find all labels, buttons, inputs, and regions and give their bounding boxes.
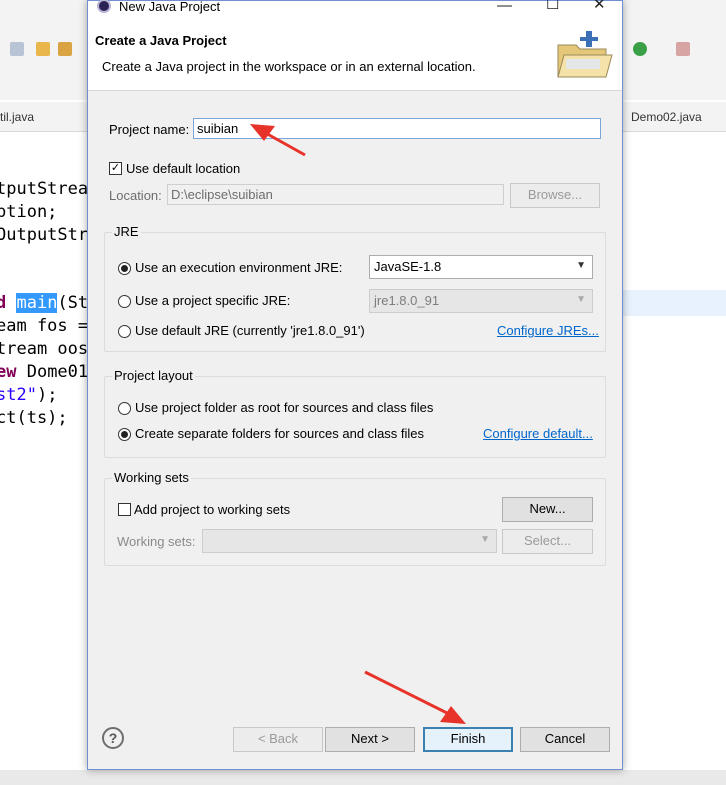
editor-tab[interactable]: til.java (0, 110, 34, 124)
jre-specific-select[interactable]: jre1.8.0_91 ▼ (369, 289, 593, 313)
project-name-label: Project name: (109, 122, 190, 137)
wizard-header: Create a Java Project Create a Java proj… (88, 16, 622, 91)
code-editor[interactable]: tputStrea ption; OutputStr d main(St eam… (0, 140, 100, 780)
code-keyword: d (0, 293, 7, 313)
code-line: ew Dome01 (0, 361, 88, 384)
new-java-project-dialog: New Java Project — ☐ ✕ Create a Java Pro… (87, 0, 623, 770)
code-line: ct(ts); (0, 408, 68, 428)
browse-button[interactable]: Browse... (510, 183, 600, 208)
toolbar-stop-icon[interactable] (676, 42, 690, 56)
code-selection: main (16, 293, 58, 313)
chevron-down-icon: ▼ (480, 534, 490, 545)
new-working-set-button[interactable]: New... (502, 497, 593, 522)
working-sets-group-title: Working sets (112, 470, 191, 485)
jre-env-select[interactable]: JavaSE-1.8 ▼ (369, 255, 593, 279)
jre-specific-radio[interactable] (118, 295, 131, 308)
editor-right-area (622, 140, 726, 780)
editor-tab[interactable]: Demo02.java (631, 110, 702, 124)
jre-specific-label: Use a project specific JRE: (135, 293, 291, 308)
project-name-input[interactable]: suibian (193, 118, 601, 139)
add-to-working-sets-checkbox[interactable] (118, 503, 131, 516)
minimize-icon[interactable]: — (497, 0, 512, 14)
status-bar (0, 770, 726, 785)
cancel-button[interactable]: Cancel (520, 727, 610, 752)
layout-separate-radio[interactable] (118, 428, 131, 441)
location-input[interactable]: D:\eclipse\suibian (167, 184, 504, 205)
jre-default-radio[interactable] (118, 325, 131, 338)
code-line: eam fos = (0, 316, 89, 336)
select-working-sets-button[interactable]: Select... (502, 529, 593, 554)
jre-group-title: JRE (112, 224, 141, 239)
use-default-location-label: Use default location (126, 161, 241, 176)
next-button[interactable]: Next > (325, 727, 415, 752)
maximize-icon[interactable]: ☐ (546, 0, 559, 13)
toolbar-folder-icon[interactable] (58, 42, 72, 56)
project-layout-group (104, 376, 606, 458)
jre-default-label: Use default JRE (currently 'jre1.8.0_91'… (135, 323, 365, 338)
toolbar-save-icon[interactable] (10, 42, 24, 56)
jre-env-label: Use an execution environment JRE: (135, 260, 343, 275)
location-label: Location: (109, 188, 162, 203)
working-sets-label: Working sets: (117, 534, 196, 549)
wizard-title: Create a Java Project (95, 33, 227, 48)
code-line: ption; (0, 202, 58, 222)
project-layout-group-title: Project layout (112, 368, 195, 383)
configure-default-link[interactable]: Configure default... (483, 426, 593, 441)
code-line: tputStrea (0, 179, 89, 199)
code-text: Dome01 (26, 362, 89, 382)
code-text: (St (57, 293, 89, 313)
layout-root-label: Use project folder as root for sources a… (135, 400, 434, 415)
layout-separate-label: Create separate folders for sources and … (135, 426, 425, 441)
use-default-location-checkbox[interactable]: ✓ (109, 162, 122, 175)
layout-root-radio[interactable] (118, 402, 131, 415)
code-line: tream oos (0, 339, 89, 359)
chevron-down-icon: ▼ (576, 294, 586, 305)
close-icon[interactable]: ✕ (593, 0, 606, 13)
window-title: New Java Project (119, 0, 221, 14)
code-line: d main(St (0, 292, 88, 315)
eclipse-icon (97, 0, 111, 13)
screen: til.java Demo02.java tputStrea ption; Ou… (0, 0, 726, 785)
jre-specific-value: jre1.8.0_91 (374, 293, 440, 308)
toolbar-run-icon[interactable] (633, 42, 647, 56)
code-line: OutputStr (0, 225, 89, 245)
code-text: ); (36, 385, 58, 405)
help-icon[interactable]: ? (102, 727, 124, 749)
code-line: st2"); (0, 384, 57, 407)
code-string: st2" (0, 385, 37, 405)
configure-jres-link[interactable]: Configure JREs... (497, 323, 599, 338)
finish-button[interactable]: Finish (423, 727, 513, 752)
add-to-working-sets-label: Add project to working sets (134, 502, 291, 517)
chevron-down-icon: ▼ (576, 260, 586, 271)
folder-project-icon (557, 31, 613, 78)
dialog-titlebar[interactable]: New Java Project — ☐ ✕ (88, 0, 622, 16)
current-line-highlight (622, 290, 726, 316)
jre-env-value: JavaSE-1.8 (374, 259, 442, 274)
code-keyword: ew (0, 362, 17, 382)
back-button[interactable]: < Back (233, 727, 323, 752)
wizard-description: Create a Java project in the workspace o… (102, 59, 476, 74)
jre-env-radio[interactable] (118, 262, 131, 275)
toolbar-open-icon[interactable] (36, 42, 50, 56)
working-sets-select[interactable]: ▼ (202, 529, 497, 553)
